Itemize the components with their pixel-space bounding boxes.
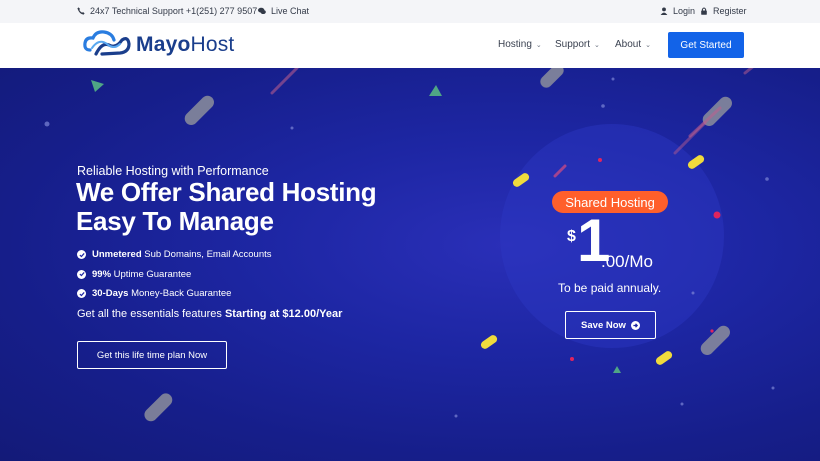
hero-title-line2: Easy To Manage (76, 206, 274, 236)
hero-section: Reliable Hosting with Performance We Off… (0, 68, 820, 461)
register-link[interactable]: Register (700, 6, 747, 16)
essentials-lead: Get all the essentials features (77, 308, 225, 320)
essentials-price: Starting at $12.00/Year (224, 308, 343, 320)
price-cents: .00/Mo (601, 252, 653, 271)
top-bar: 24x7 Technical Support +1(251) 277 9507 … (0, 0, 820, 23)
billing-note: To be paid annualy. (558, 281, 662, 295)
feature-bold: 30-Days (92, 288, 129, 300)
chevron-down-icon: ⌄ (594, 41, 600, 49)
live-chat-label: Live Chat (271, 6, 310, 16)
nav-support-label: Support (555, 39, 591, 50)
hero-title-line1: We Offer Shared Hosting (76, 177, 377, 207)
feature-list: Unmetered Sub Domains, Email Accounts 99… (77, 245, 272, 304)
login-label: Login (673, 6, 696, 16)
feature-item: Unmetered Sub Domains, Email Accounts (77, 245, 272, 265)
lifetime-plan-button[interactable]: Get this life time plan Now (77, 341, 227, 369)
cloud-logo-icon (83, 30, 131, 56)
check-circle-icon (77, 269, 86, 279)
lock-icon (701, 7, 707, 15)
price-currency: $ (567, 228, 576, 245)
hero-title: We Offer Shared Hosting Easy To Manage (76, 177, 377, 236)
feature-bold: Unmetered (92, 249, 142, 261)
feature-item: 30-Days Money-Back Guarantee (77, 284, 272, 304)
feature-bold: 99% (92, 268, 112, 280)
feature-rest: Sub Domains, Email Accounts (141, 249, 272, 261)
nav-about-label: About (615, 39, 642, 50)
feature-rest: Uptime Guarantee (111, 268, 192, 280)
register-label: Register (713, 6, 747, 16)
chat-icon (258, 7, 266, 15)
feature-text: Unmetered Sub Domains, Email Accounts (92, 249, 272, 260)
user-icon (660, 7, 668, 15)
chevron-down-icon: ⌄ (535, 41, 542, 49)
arrow-right-circle-icon (630, 320, 640, 330)
hero-tagline: Reliable Hosting with Performance (77, 164, 269, 178)
phone-icon (77, 7, 85, 15)
feature-text: 30-Days Money-Back Guarantee (92, 288, 231, 299)
logo-text: MayoHost (136, 33, 234, 57)
feature-rest: Money-Back Guarantee (128, 288, 232, 300)
save-now-label: Save Now (581, 319, 626, 331)
nav-support[interactable]: Support ⌄ (555, 39, 600, 50)
logo-text-host: Host (190, 33, 235, 56)
live-chat-link[interactable]: Live Chat (258, 6, 309, 16)
support-phone[interactable]: 24x7 Technical Support +1(251) 277 9507 (77, 6, 257, 16)
feature-text: 99% Uptime Guarantee (92, 269, 191, 280)
check-circle-icon (77, 250, 86, 260)
essentials-text: Get all the essentials features Starting… (77, 308, 342, 320)
feature-item: 99% Uptime Guarantee (77, 265, 272, 285)
nav-hosting[interactable]: Hosting ⌄ (498, 39, 542, 50)
logo[interactable]: MayoHost (82, 28, 234, 62)
logo-text-mayo: Mayo (136, 33, 191, 56)
get-started-button[interactable]: Get Started (668, 32, 744, 58)
support-text: 24x7 Technical Support +1(251) 277 9507 (90, 6, 258, 16)
login-link[interactable]: Login (660, 6, 695, 16)
chevron-down-icon: ⌄ (645, 41, 652, 49)
check-circle-icon (77, 289, 86, 299)
save-now-button[interactable]: Save Now (565, 311, 656, 339)
nav-hosting-label: Hosting (498, 39, 532, 50)
nav-about[interactable]: About ⌄ (615, 39, 651, 50)
main-header: MayoHost Hosting ⌄ Support ⌄ About ⌄ Get St… (0, 23, 820, 68)
